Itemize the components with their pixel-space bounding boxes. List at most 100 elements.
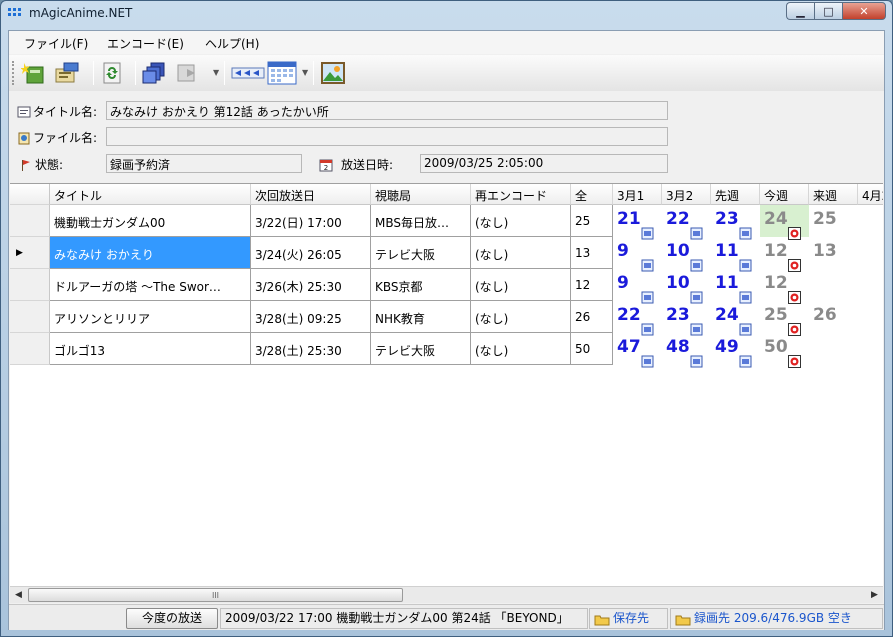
title-field[interactable]: みなみけ おかえり 第12話 あったかい所: [106, 101, 668, 120]
row-header[interactable]: [10, 301, 50, 333]
upcoming-broadcast-button[interactable]: 今度の放送: [126, 608, 218, 629]
menu-file[interactable]: ファイル(F): [24, 35, 88, 52]
episode-cell[interactable]: 11: [711, 237, 760, 272]
col-total[interactable]: 全: [571, 184, 613, 205]
title-bar[interactable]: mAgicAnime.NET ▁ □ ✕: [1, 1, 892, 27]
record-reserved-icon: [788, 317, 801, 336]
col-mar2[interactable]: 3月2: [662, 184, 711, 205]
cell-station[interactable]: KBS京都: [371, 269, 471, 301]
episode-cell[interactable]: 22: [662, 205, 711, 240]
cell-reencode[interactable]: (なし): [471, 333, 571, 365]
episode-cell[interactable]: 10: [662, 269, 711, 304]
episode-cell[interactable]: 21: [613, 205, 662, 240]
export-dropdown-icon[interactable]: ▼: [213, 68, 219, 77]
episode-cell[interactable]: 26: [809, 301, 858, 333]
cell-reencode[interactable]: (なし): [471, 237, 571, 269]
cell-station[interactable]: テレビ大阪: [371, 333, 471, 365]
cell-title[interactable]: 機動戦士ガンダム00: [50, 205, 251, 237]
airtime-label: 2 放送日時:: [319, 156, 393, 173]
menu-help[interactable]: ヘルプ(H): [205, 35, 259, 52]
picture-icon[interactable]: [320, 61, 346, 85]
cell-station[interactable]: テレビ大阪: [371, 237, 471, 269]
episode-cell[interactable]: 9: [613, 237, 662, 272]
episode-cell[interactable]: 47: [613, 333, 662, 368]
episode-cell[interactable]: 23: [662, 301, 711, 336]
episode-cell[interactable]: 22: [613, 301, 662, 336]
cell-station[interactable]: NHK教育: [371, 301, 471, 333]
horizontal-scrollbar[interactable]: ◀ III ▶: [10, 586, 883, 603]
episode-cell[interactable]: 25: [809, 205, 858, 237]
refresh-icon[interactable]: [99, 61, 125, 85]
cell-next-airdate[interactable]: 3/28(土) 25:30: [251, 333, 371, 365]
cell-reencode[interactable]: (なし): [471, 205, 571, 237]
col-this-week[interactable]: 今週: [760, 184, 809, 205]
episode-cell[interactable]: 10: [662, 237, 711, 272]
state-label: 状態:: [19, 156, 63, 173]
cell-reencode[interactable]: (なし): [471, 269, 571, 301]
cell-station[interactable]: MBS毎日放…: [371, 205, 471, 237]
cell-title[interactable]: ドルアーガの塔 ～The Swor…: [50, 269, 251, 301]
cell-next-airdate[interactable]: 3/22(日) 17:00: [251, 205, 371, 237]
row-header[interactable]: [10, 269, 50, 301]
calendar-icon[interactable]: [267, 61, 297, 85]
cell-total[interactable]: 50: [571, 333, 613, 365]
maximize-button[interactable]: □: [814, 2, 842, 20]
record-folder-link[interactable]: 録画先 209.6/476.9GB 空き: [670, 608, 883, 629]
menu-encode[interactable]: エンコード(E): [107, 35, 184, 52]
encode-queue-icon[interactable]: [231, 61, 265, 85]
cell-next-airdate[interactable]: 3/24(火) 26:05: [251, 237, 371, 269]
encoded-file-icon: [690, 349, 703, 368]
new-anime-icon[interactable]: [20, 61, 47, 85]
cell-total[interactable]: 26: [571, 301, 613, 333]
export-icon[interactable]: [175, 61, 201, 85]
episode-cell[interactable]: 24: [711, 301, 760, 336]
episode-cell[interactable]: 12: [760, 237, 809, 272]
scroll-left-icon[interactable]: ◀: [10, 587, 27, 603]
row-header[interactable]: [10, 333, 50, 365]
cell-title[interactable]: ゴルゴ13: [50, 333, 251, 365]
minimize-button[interactable]: ▁: [786, 2, 814, 20]
status-message: 2009/03/22 17:00 機動戦士ガンダム00 第24話 「BEYOND…: [220, 608, 588, 629]
episode-cell[interactable]: 23: [711, 205, 760, 240]
cell-total[interactable]: 13: [571, 237, 613, 269]
cell-reencode[interactable]: (なし): [471, 301, 571, 333]
episode-number: 50: [764, 337, 788, 357]
episode-cell[interactable]: 50: [760, 333, 809, 368]
airtime-field[interactable]: 2009/03/25 2:05:00: [420, 154, 668, 173]
episode-cell[interactable]: 24: [760, 205, 809, 240]
row-header[interactable]: [10, 205, 50, 237]
copy-windows-icon[interactable]: [141, 61, 167, 85]
close-button[interactable]: ✕: [842, 2, 886, 20]
cell-next-airdate[interactable]: 3/26(木) 25:30: [251, 269, 371, 301]
cell-total[interactable]: 25: [571, 205, 613, 237]
col-apr2[interactable]: 4月2: [858, 184, 883, 205]
episode-cell[interactable]: 49: [711, 333, 760, 368]
calendar-dropdown-icon[interactable]: ▼: [302, 68, 308, 77]
episode-cell[interactable]: 9: [613, 269, 662, 304]
scroll-right-icon[interactable]: ▶: [866, 587, 883, 603]
episode-cell[interactable]: 12: [760, 269, 809, 304]
col-mar1[interactable]: 3月1: [613, 184, 662, 205]
episode-cell[interactable]: 11: [711, 269, 760, 304]
col-next-airdate[interactable]: 次回放送日: [251, 184, 371, 205]
file-field[interactable]: [106, 127, 668, 146]
cell-title[interactable]: みなみけ おかえり: [50, 237, 251, 269]
episode-cell[interactable]: 13: [809, 237, 858, 269]
episode-cell[interactable]: 48: [662, 333, 711, 368]
cell-next-airdate[interactable]: 3/28(土) 09:25: [251, 301, 371, 333]
col-next-week[interactable]: 来週: [809, 184, 858, 205]
scroll-thumb[interactable]: III: [28, 588, 403, 602]
toolbar-grip[interactable]: [12, 61, 15, 85]
cell-title[interactable]: アリソンとリリア: [50, 301, 251, 333]
record-reserved-icon: [788, 349, 801, 368]
col-title[interactable]: タイトル: [50, 184, 251, 205]
cell-total[interactable]: 12: [571, 269, 613, 301]
state-field[interactable]: 録画予約済: [106, 154, 302, 173]
save-folder-link[interactable]: 保存先: [589, 608, 668, 629]
episode-cell[interactable]: 25: [760, 301, 809, 336]
col-station[interactable]: 視聴局: [371, 184, 471, 205]
col-last-week[interactable]: 先週: [711, 184, 760, 205]
col-reencode[interactable]: 再エンコード: [471, 184, 571, 205]
properties-icon[interactable]: [54, 61, 80, 85]
file-label: ファイル名:: [17, 129, 97, 146]
